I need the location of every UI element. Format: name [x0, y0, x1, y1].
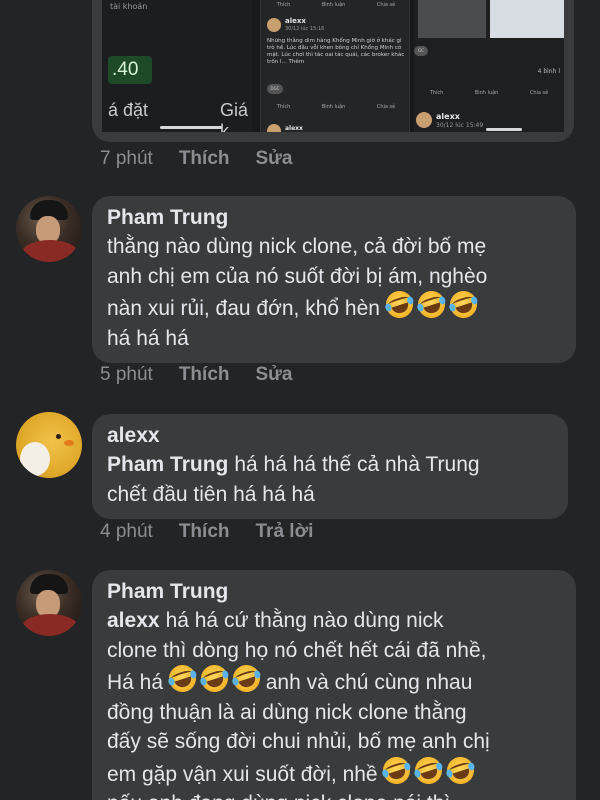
comment-bubble[interactable]: Pham Trung alexx há há cứ thằng nào dùng …	[92, 570, 576, 800]
thumbnail	[490, 0, 564, 38]
comment-meta-row: 4 phút Thích Trả lời	[100, 521, 313, 543]
avatar	[267, 124, 281, 132]
comment-line-text: há há cứ thằng nào dùng nick	[165, 609, 444, 632]
comment-line: đồng thuận là ai dùng nick clone thằng	[107, 700, 467, 724]
avatar-robe	[22, 614, 78, 636]
emoji-group	[382, 287, 481, 322]
comment-line: nàn xui rủi, đau đớn, khổ hèn	[107, 287, 562, 324]
home-indicator	[486, 128, 522, 131]
like-label: Thích	[429, 90, 444, 96]
comment-line: nếu anh đang dùng nick clone nói thì	[107, 789, 562, 800]
comment-text: thằng nào dùng nick clone, cả đời bố mẹ …	[107, 232, 562, 353]
avatar[interactable]	[16, 570, 82, 636]
laughing-emoji-icon	[414, 287, 449, 322]
comment-line-text: em gặp vận xui suốt đời, nhề	[107, 762, 378, 786]
comment-line: clone thì dòng họ nó chết hết cái đã nhề…	[107, 638, 487, 662]
comment-author[interactable]: alexx	[107, 422, 554, 450]
comment-text: Pham Trung há há há thế cả nhà Trung chết…	[107, 450, 554, 509]
like-button[interactable]: Thích	[179, 364, 230, 386]
comment-label: Bình luận	[474, 90, 499, 96]
comment-line: thằng nào dùng nick clone, cả đời bố mẹ	[107, 235, 487, 258]
post-actions-top: Thích Bình luận Chia sẻ	[261, 2, 411, 8]
thumbnail	[418, 0, 486, 38]
comment-bubble[interactable]: Pham Trung thằng nào dùng nick clone, cả…	[92, 196, 576, 363]
avatar-beak	[64, 440, 74, 446]
share-label: Chia sẻ	[376, 104, 396, 110]
laughing-emoji-icon	[165, 661, 200, 696]
share-label: Chia sẻ	[376, 2, 396, 8]
laughing-emoji-icon	[379, 752, 414, 788]
comment-line-text: anh và chú cùng nhau	[265, 671, 473, 694]
trading-panel-preview: tài khoản .40 á đặt Giá k	[102, 0, 252, 132]
shared-image-attachment[interactable]: tài khoản .40 á đặt Giá k Thích Bình luậ…	[92, 0, 574, 142]
post-author: alexx	[436, 112, 460, 121]
post-actions: Thích Bình luận Chia sẻ	[414, 90, 564, 96]
comment-line: em gặp vận xui suốt đời, nhề	[107, 752, 562, 790]
like-button[interactable]: Thích	[179, 148, 230, 170]
edit-button[interactable]: Sửa	[256, 364, 293, 386]
post-date: 30/12 lúc 15:16	[285, 26, 325, 32]
price-label: Giá k	[220, 100, 249, 132]
post-author: alexx	[285, 125, 303, 132]
post-detail-preview: GC 4 bình l Thích Bình luận Chia sẻ alex…	[414, 0, 564, 132]
price-box: .40	[108, 56, 152, 84]
emoji-group	[165, 661, 264, 696]
comment-line: Há há anh và chú cùng nhau	[107, 661, 562, 698]
laughing-emoji-icon	[411, 752, 446, 788]
mention-link[interactable]: alexx	[107, 609, 160, 632]
emoji-group	[379, 752, 478, 788]
order-label: á đặt	[108, 100, 149, 120]
reply-button[interactable]: Trả lời	[256, 521, 314, 543]
post-text: Những thằng dim hàng Khổng Minh giờ ở kh…	[267, 38, 405, 65]
edit-button[interactable]: Sửa	[256, 148, 293, 170]
post-author: alexx	[285, 17, 306, 25]
comment-meta-row: 5 phút Thích Sửa	[100, 364, 293, 386]
laughing-emoji-icon	[229, 661, 264, 696]
like-label: Thích	[276, 104, 291, 110]
comment-author[interactable]: Pham Trung	[107, 578, 562, 606]
home-indicator	[160, 126, 222, 129]
comment-author[interactable]: Pham Trung	[107, 204, 562, 232]
avatar-egg	[20, 442, 50, 476]
avatar[interactable]	[16, 196, 82, 262]
comment-label: Bình luận	[321, 104, 346, 110]
like-button[interactable]: Thích	[179, 521, 230, 543]
comment-time: 4 phút	[100, 521, 153, 542]
comment-label: Bình luận	[321, 2, 346, 8]
mention-link[interactable]: Pham Trung	[107, 453, 228, 476]
comment-line: há há há	[107, 326, 189, 350]
comment-line: chết đầu tiên há há há	[107, 482, 315, 506]
comment-count: 4 bình l	[537, 68, 560, 75]
comment-line-text: Há há	[107, 671, 164, 694]
embedded-post-preview: Thích Bình luận Chia sẻ alexx 30/12 lúc …	[260, 0, 410, 132]
post-actions: Thích Bình luận Chia sẻ	[261, 104, 411, 110]
laughing-emoji-icon	[197, 661, 232, 696]
comment-line-text: nàn xui rủi, đau đớn, khổ hèn	[107, 297, 380, 320]
laughing-emoji-icon	[443, 752, 478, 788]
avatar-eye	[56, 434, 61, 439]
ticker-chip: DGC	[267, 84, 283, 94]
avatar	[267, 18, 281, 32]
share-label: Chia sẻ	[529, 90, 549, 96]
comment-text: alexx há há cứ thằng nào dùng nick clone …	[107, 606, 562, 800]
comment-time: 5 phút	[100, 364, 153, 385]
like-label: Thích	[276, 2, 291, 8]
comment-bubble[interactable]: alexx Pham Trung há há há thế cả nhà Trun…	[92, 414, 568, 519]
comment-time: 7 phút	[100, 148, 153, 169]
post-date: 30/12 lúc 15:49	[436, 122, 484, 129]
comment-line: đấy sẽ sống đời chui nhủi, bố mẹ anh chị	[107, 730, 490, 753]
comment-line: anh chị em của nó suốt đời bị ám, nghèo	[107, 264, 488, 288]
laughing-emoji-icon	[446, 287, 481, 322]
comment-line-text: há há há thế cả nhà Trung	[234, 453, 480, 476]
attached-screenshot: tài khoản .40 á đặt Giá k Thích Bình luậ…	[102, 0, 564, 132]
account-tag: tài khoản	[110, 2, 148, 11]
laughing-emoji-icon	[382, 287, 417, 322]
ticker-chip: GC	[414, 46, 428, 56]
comment-line: alexx há há cứ thằng nào dùng nick	[107, 606, 562, 636]
comment-meta-row: 7 phút Thích Sửa	[100, 148, 293, 170]
avatar[interactable]	[16, 412, 82, 478]
avatar-robe	[22, 240, 78, 262]
avatar	[416, 112, 432, 128]
comment-line: Pham Trung há há há thế cả nhà Trung	[107, 450, 554, 480]
